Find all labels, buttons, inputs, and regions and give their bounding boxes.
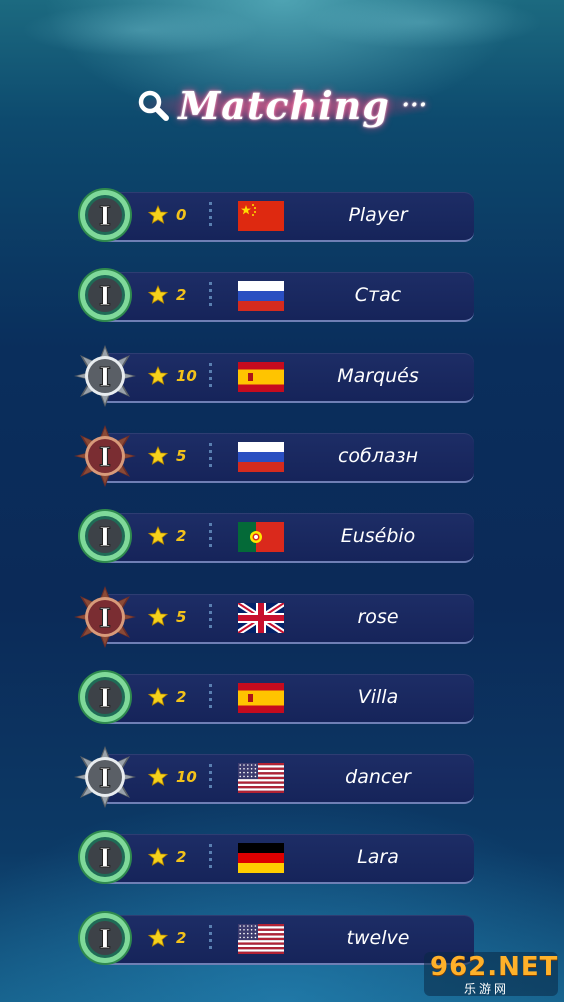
- usa-flag-icon: [238, 763, 284, 794]
- star-icon: [147, 285, 169, 305]
- divider: [209, 683, 212, 710]
- divider: [209, 844, 212, 871]
- player-row: I 0 Player: [78, 188, 476, 244]
- uk-flag-icon: [236, 599, 286, 636]
- svg-text:I: I: [99, 282, 111, 312]
- star-count: 5: [176, 607, 187, 626]
- svg-text:I: I: [99, 844, 111, 874]
- rank-badge-icon: I: [72, 664, 138, 730]
- divider: [209, 603, 212, 630]
- player-row: I 2 Стас: [78, 268, 476, 324]
- svg-text:I: I: [99, 523, 111, 553]
- player-row: I 10 Marqués: [74, 344, 476, 407]
- star-count: 10: [176, 768, 197, 787]
- svg-text:I: I: [99, 202, 111, 232]
- player-name: Player: [348, 204, 408, 226]
- russia-flag-icon: [238, 441, 284, 472]
- star-icon: [147, 365, 169, 386]
- star-icon: [147, 606, 169, 627]
- rank-badge-icon: I: [72, 744, 138, 810]
- rank-badge-icon: I: [72, 503, 138, 569]
- title-ellipsis: ···: [401, 92, 428, 118]
- player-row: I 2 twelve: [78, 910, 476, 967]
- star-count: 0: [176, 206, 187, 224]
- player-name: Eusébio: [340, 525, 416, 548]
- star-count: 2: [176, 848, 187, 867]
- star-icon: [147, 445, 169, 466]
- player-name: Villa: [357, 685, 399, 708]
- spain-flag-icon: [238, 682, 284, 713]
- usa-flag-icon: [238, 923, 284, 954]
- watermark-subtitle: 乐游网: [464, 982, 510, 996]
- player-name: соблазн: [337, 444, 419, 467]
- rank-badge-icon: I: [72, 824, 138, 890]
- player-name: dancer: [345, 766, 411, 789]
- player-row: I 5 rose: [74, 585, 476, 648]
- divider: [209, 924, 212, 951]
- star-count: 5: [176, 446, 187, 465]
- watermark-logo-text: 962.NET: [430, 952, 559, 982]
- svg-text:I: I: [99, 363, 111, 393]
- rank-badge-icon: I: [72, 343, 138, 409]
- star-icon: [147, 767, 169, 787]
- russia-flag-icon: [238, 281, 284, 312]
- divider: [209, 442, 212, 469]
- star-icon: [147, 847, 169, 867]
- player-row: I 2 Lara: [78, 830, 476, 886]
- portugal-flag-icon: [238, 522, 284, 553]
- player-name: Lara: [357, 846, 399, 869]
- star-icon: [147, 526, 169, 546]
- player-name: rose: [357, 605, 399, 628]
- svg-text:I: I: [99, 764, 111, 794]
- rank-badge-icon: I: [72, 905, 138, 971]
- svg-text:I: I: [99, 925, 111, 955]
- rank-badge-icon: I: [72, 182, 138, 248]
- star-icon: [147, 686, 169, 707]
- divider: [209, 282, 212, 309]
- star-count: 2: [176, 687, 187, 706]
- divider: [209, 362, 212, 389]
- page-title: Matching ···: [136, 83, 428, 128]
- title-text: Matching: [178, 82, 390, 128]
- player-row: I 10 dancer: [74, 746, 476, 809]
- player-name: Стас: [354, 284, 402, 307]
- divider: [209, 523, 212, 550]
- svg-text:I: I: [99, 684, 111, 714]
- star-count: 10: [176, 366, 197, 385]
- star-count: 2: [176, 286, 187, 305]
- site-watermark: 962.NET 乐游网: [424, 952, 558, 996]
- player-row: I 5 соблазн: [74, 424, 476, 487]
- divider: [209, 764, 212, 791]
- star-count: 2: [176, 928, 187, 947]
- rank-badge-icon: I: [72, 423, 138, 489]
- rank-badge-icon: I: [72, 584, 138, 650]
- svg-text:I: I: [99, 443, 111, 473]
- star-icon: [147, 927, 169, 948]
- svg-text:I: I: [99, 604, 111, 634]
- player-row: I 2 Villa: [78, 669, 476, 726]
- germany-flag-icon: [238, 843, 284, 874]
- rank-badge-icon: I: [72, 262, 138, 328]
- player-row: I 2 Eusébio: [78, 509, 476, 565]
- star-icon: [147, 204, 169, 225]
- china-flag-icon: [238, 201, 284, 231]
- matching-header: Matching ···: [0, 70, 564, 140]
- search-icon: [138, 90, 170, 121]
- spain-flag-icon: [238, 361, 284, 392]
- star-count: 2: [176, 527, 187, 546]
- player-name: Marqués: [337, 364, 419, 387]
- divider: [209, 202, 212, 228]
